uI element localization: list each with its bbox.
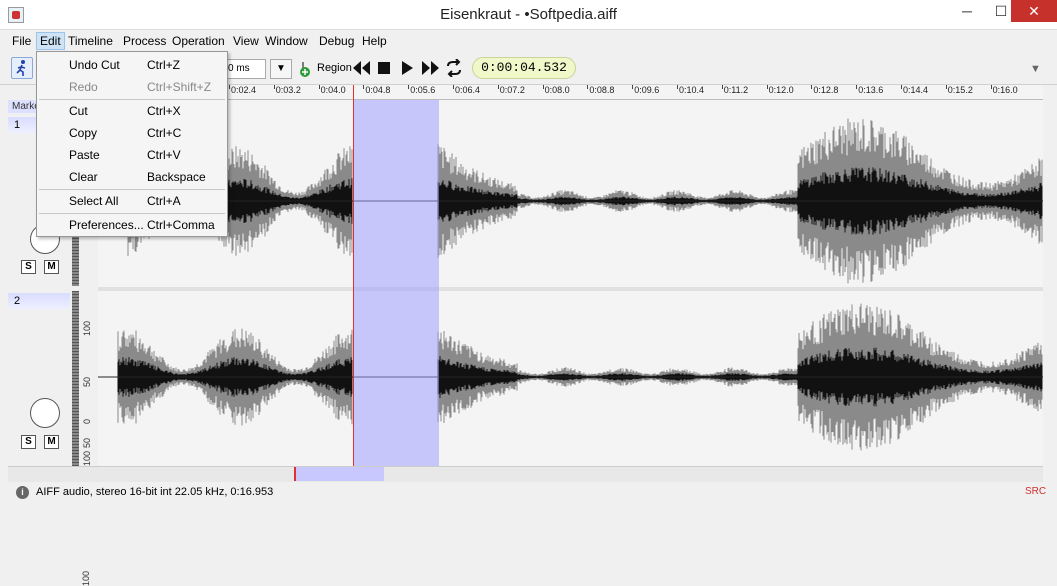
timeline-tick-mark xyxy=(542,85,544,89)
timeline-tick-label: 0:10.4 xyxy=(679,85,705,95)
menu-file[interactable]: File xyxy=(9,32,34,50)
timeline-tick-label: 0:03.2 xyxy=(275,85,301,95)
menu-process[interactable]: Process xyxy=(120,32,169,50)
ms-field[interactable]: 0 ms xyxy=(222,59,266,79)
timeline-tick-mark xyxy=(229,85,230,89)
fast-forward-icon[interactable] xyxy=(420,59,440,77)
timeline-tick-mark xyxy=(721,85,723,89)
position-tool-button[interactable] xyxy=(11,57,33,79)
timeline-tick-label: 0:08.8 xyxy=(589,85,615,95)
ms-dropdown-button[interactable]: ▼ xyxy=(270,59,292,79)
playback-cursor xyxy=(353,85,354,466)
timeline-tick-mark xyxy=(901,85,902,89)
y-label: 50 xyxy=(82,437,92,448)
timeline-tick-mark xyxy=(856,85,858,89)
mute-button-2[interactable]: M xyxy=(44,435,59,449)
menu-item-undo-cut[interactable]: Undo Cut Ctrl+Z xyxy=(37,54,227,76)
timeline-tick-mark xyxy=(453,85,454,89)
y-label: 0 xyxy=(82,418,92,424)
timeline-tick-label: 0:09.6 xyxy=(634,85,660,95)
stop-icon[interactable] xyxy=(374,59,394,77)
track-separator xyxy=(98,287,1043,291)
minimize-button[interactable]: ─ xyxy=(950,0,984,22)
vu-meter-2 xyxy=(72,291,79,466)
region-icon[interactable] xyxy=(299,60,315,78)
menu-operation[interactable]: Operation xyxy=(169,32,228,50)
rewind-icon[interactable] xyxy=(352,59,372,77)
menu-item-copy[interactable]: Copy Ctrl+C xyxy=(37,122,227,144)
menu-item-paste[interactable]: Paste Ctrl+V xyxy=(37,144,227,166)
timeline-tick-mark xyxy=(766,85,768,89)
y-axis-2: 100 50 0 50 100 xyxy=(79,291,98,466)
timeline-tick-mark xyxy=(945,85,947,89)
timeline-tick-label: 0:16.0 xyxy=(992,85,1018,95)
timeline-tick-mark xyxy=(811,85,813,89)
timeline-tick-mark xyxy=(990,85,992,89)
timeline-tick-label: 0:06.4 xyxy=(455,85,481,95)
menu-window[interactable]: Window xyxy=(262,32,311,50)
waveform-canvas[interactable] xyxy=(98,100,1043,466)
scrollbar-thumb[interactable] xyxy=(294,467,384,481)
timeline-tick-label: 0:13.6 xyxy=(858,85,884,95)
menu-item-cut[interactable]: Cut Ctrl+X xyxy=(37,100,227,122)
running-man-icon xyxy=(16,60,26,76)
timeline-tick-label: 0:12.0 xyxy=(768,85,794,95)
src-indicator[interactable]: SRC xyxy=(1025,486,1046,497)
timeline-tick-label: 0:07.2 xyxy=(499,85,525,95)
timeline-tick-label: 0:08.0 xyxy=(544,85,570,95)
mute-button-1[interactable]: M xyxy=(44,260,59,274)
timeline-tick-label: 0:11.2 xyxy=(723,85,749,95)
info-icon: i xyxy=(16,486,29,499)
y-label: 100 xyxy=(82,320,92,336)
solo-button-2[interactable]: S xyxy=(21,435,36,449)
pan-knob-2[interactable] xyxy=(30,398,60,428)
timeline-tick-mark xyxy=(363,85,365,89)
timeline-tick-mark xyxy=(273,85,275,89)
window-title: Eisenkraut - •Softpedia.aiff xyxy=(440,6,617,23)
loop-icon[interactable] xyxy=(444,59,464,77)
horizontal-scrollbar[interactable] xyxy=(8,466,1043,482)
timeline-tick-label: 0:14.4 xyxy=(903,85,929,95)
title-bar: Eisenkraut - •Softpedia.aiff ─ ☐ ✕ xyxy=(0,0,1057,30)
close-button[interactable]: ✕ xyxy=(1011,0,1057,22)
y-label: 50 xyxy=(82,376,92,387)
timeline-tick-mark xyxy=(632,85,634,89)
timeline-tick-label: 0:12.8 xyxy=(813,85,839,95)
menu-item-select-all[interactable]: Select All Ctrl+A xyxy=(37,190,227,212)
menu-item-clear[interactable]: Clear Backspace xyxy=(37,166,227,188)
collapse-arrow-icon[interactable]: ▼ xyxy=(1030,63,1041,75)
solo-button-1[interactable]: S xyxy=(21,260,36,274)
timeline-tick-mark xyxy=(408,85,410,89)
timeline-tick-label: 0:02.4 xyxy=(231,85,257,95)
selection-region[interactable] xyxy=(353,100,439,466)
menu-bar: File Edit Timeline Process Operation Vie… xyxy=(0,30,1057,51)
timeline-tick-mark xyxy=(497,85,499,89)
y-label: 100 xyxy=(82,450,92,466)
timeline-tick-label: 0:04.0 xyxy=(320,85,346,95)
menu-item-redo[interactable]: Redo Ctrl+Shift+Z xyxy=(37,76,227,98)
track-header-2[interactable]: 2 xyxy=(8,293,70,309)
timeline-tick-mark xyxy=(587,85,589,89)
timecode-display: 0:00:04.532 xyxy=(472,57,576,79)
menu-help[interactable]: Help xyxy=(359,32,390,50)
menu-view[interactable]: View xyxy=(230,32,262,50)
timeline-tick-label: 0:04.8 xyxy=(365,85,391,95)
menu-timeline[interactable]: Timeline xyxy=(65,32,116,50)
timeline-ruler[interactable]: 0:02.4 0:03.2 0:04.0 0:04.8 0:05.6 0:06.4 0:07… xyxy=(98,85,1043,100)
timeline-tick-mark xyxy=(318,85,320,89)
play-icon[interactable] xyxy=(397,59,417,77)
menu-edit[interactable]: Edit xyxy=(36,32,65,50)
waveform-area[interactable] xyxy=(98,100,1043,466)
timeline-tick-label: 0:15.2 xyxy=(947,85,973,95)
edit-menu: Undo Cut Ctrl+Z Redo Ctrl+Shift+Z Cut Ctrl+… xyxy=(36,51,228,237)
menu-item-preferences[interactable]: Preferences... Ctrl+Comma xyxy=(37,214,227,236)
menu-debug[interactable]: Debug xyxy=(316,32,357,50)
timeline-tick-label: 0:05.6 xyxy=(410,85,436,95)
status-text: AIFF audio, stereo 16-bit int 22.05 kHz,… xyxy=(36,486,274,498)
timeline-tick-mark xyxy=(677,85,678,89)
y-label: 100 xyxy=(81,570,91,586)
region-label[interactable]: Region xyxy=(317,62,352,74)
